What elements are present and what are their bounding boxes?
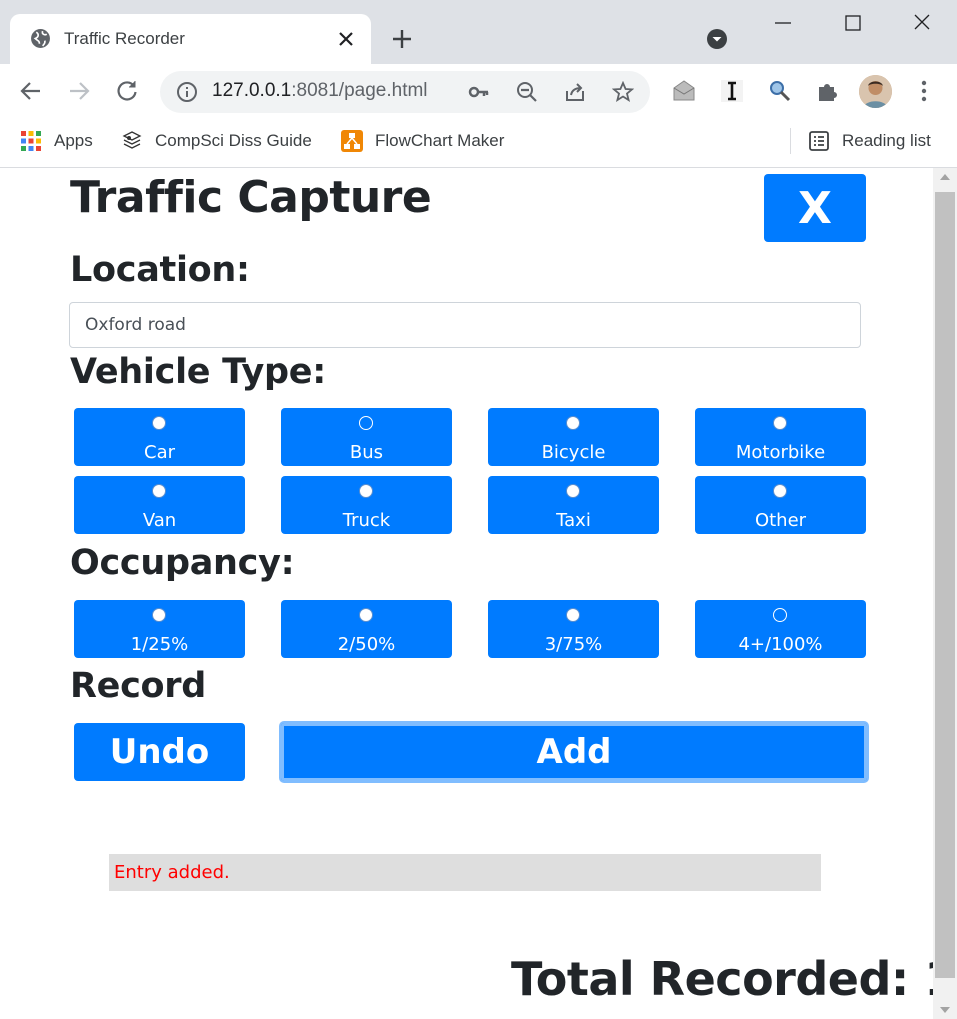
bicycle-radio[interactable]: [566, 416, 580, 430]
zoom-out-icon[interactable]: [516, 81, 538, 103]
occupancy-option-2[interactable]: 2/50%: [281, 600, 452, 658]
reading-list-label: Reading list: [842, 131, 931, 150]
browser-toolbar: 127.0.0.1:8081/page.html: [0, 64, 957, 120]
back-icon[interactable]: [18, 78, 44, 104]
option-label: 3/75%: [544, 634, 603, 655]
vehicle-option-car[interactable]: Car: [74, 408, 245, 466]
option-label: 1/25%: [130, 634, 189, 655]
scroll-thumb[interactable]: [935, 192, 955, 978]
record-label: Record: [70, 666, 206, 706]
drawio-icon: [341, 130, 363, 152]
option-label: Car: [144, 442, 175, 463]
occupancy-1-radio[interactable]: [152, 608, 166, 622]
occupancy-2-radio[interactable]: [359, 608, 373, 622]
avatar-icon: [859, 75, 892, 108]
bookmark-compsci-diss-guide[interactable]: CompSci Diss Guide: [121, 128, 312, 154]
tab-search-icon[interactable]: [706, 28, 728, 50]
location-label: Location:: [70, 250, 250, 290]
bookmark-label: CompSci Diss Guide: [155, 131, 312, 150]
close-window-icon[interactable]: [907, 10, 937, 36]
search-extension-icon[interactable]: [767, 78, 793, 104]
new-tab-icon[interactable]: [390, 27, 414, 51]
tab-title: Traffic Recorder: [64, 29, 185, 48]
option-label: Truck: [342, 510, 391, 531]
vehicle-option-truck[interactable]: Truck: [281, 476, 452, 534]
extensions-puzzle-icon[interactable]: [815, 78, 841, 104]
bus-radio[interactable]: [359, 416, 373, 430]
total-recorded: Total Recorded: 1: [511, 952, 956, 1006]
bookmark-label: FlowChart Maker: [375, 131, 505, 150]
share-icon[interactable]: [564, 81, 586, 103]
maximize-icon[interactable]: [838, 10, 868, 36]
taxi-radio[interactable]: [566, 484, 580, 498]
option-label: 2/50%: [337, 634, 396, 655]
truck-radio[interactable]: [359, 484, 373, 498]
apps-grid-icon: [21, 131, 41, 151]
van-radio[interactable]: [152, 484, 166, 498]
close-button[interactable]: X: [764, 174, 866, 242]
reload-icon[interactable]: [114, 78, 140, 104]
motorbike-radio[interactable]: [773, 416, 787, 430]
gitbook-icon: [122, 131, 142, 149]
more-menu-icon[interactable]: [911, 78, 937, 104]
bookmark-flowchart-maker[interactable]: FlowChart Maker: [341, 128, 504, 154]
reading-list-button[interactable]: Reading list: [808, 128, 931, 154]
option-label: Taxi: [556, 510, 591, 531]
option-label: 4+/100%: [738, 634, 823, 655]
forward-icon[interactable]: [66, 78, 92, 104]
profile-avatar[interactable]: [859, 75, 892, 108]
vehicle-option-bus[interactable]: Bus: [281, 408, 452, 466]
site-info-icon[interactable]: [176, 81, 198, 103]
status-message: Entry added.: [109, 854, 821, 891]
text-cursor-extension-icon[interactable]: [719, 78, 745, 104]
add-button[interactable]: Add: [279, 721, 869, 783]
browser-tab[interactable]: Traffic Recorder: [10, 14, 371, 64]
option-label: Other: [754, 510, 807, 531]
occupancy-option-4plus[interactable]: 4+/100%: [695, 600, 866, 658]
scroll-up-arrow-icon[interactable]: [940, 174, 950, 180]
bookmark-label: Apps: [54, 131, 93, 150]
occupancy-option-3[interactable]: 3/75%: [488, 600, 659, 658]
mail-extension-icon[interactable]: [671, 78, 697, 104]
minimize-icon[interactable]: [768, 10, 798, 36]
page-title: Traffic Capture: [70, 172, 432, 223]
car-radio[interactable]: [152, 416, 166, 430]
occupancy-label: Occupancy:: [70, 543, 295, 583]
bookmark-apps[interactable]: Apps: [20, 128, 93, 154]
url-text: 127.0.0.1:8081/page.html: [212, 80, 428, 101]
vehicle-option-taxi[interactable]: Taxi: [488, 476, 659, 534]
occupancy-option-1[interactable]: 1/25%: [74, 600, 245, 658]
option-label: Van: [142, 510, 177, 531]
location-input[interactable]: [69, 302, 861, 348]
bookmark-separator: [790, 128, 791, 154]
occupancy-4plus-radio[interactable]: [773, 608, 787, 622]
undo-button[interactable]: Undo: [74, 723, 245, 781]
vehicle-option-motorbike[interactable]: Motorbike: [695, 408, 866, 466]
occupancy-3-radio[interactable]: [566, 608, 580, 622]
vehicle-option-bicycle[interactable]: Bicycle: [488, 408, 659, 466]
browser-tab-strip: Traffic Recorder: [0, 0, 957, 64]
vehicle-type-label: Vehicle Type:: [70, 352, 326, 392]
scroll-down-arrow-icon[interactable]: [940, 1007, 950, 1013]
address-bar[interactable]: 127.0.0.1:8081/page.html: [160, 71, 650, 113]
page-scrollbar[interactable]: [933, 168, 957, 1019]
vehicle-option-other[interactable]: Other: [695, 476, 866, 534]
page-viewport: Traffic Capture X Location: Vehicle Type…: [0, 168, 957, 1019]
globe-icon: [31, 29, 50, 48]
vehicle-option-van[interactable]: Van: [74, 476, 245, 534]
reading-list-icon: [809, 131, 829, 151]
other-radio[interactable]: [773, 484, 787, 498]
bookmarks-bar: Apps CompSci Diss Guide FlowChart Maker …: [0, 120, 957, 168]
bookmark-star-icon[interactable]: [612, 81, 634, 103]
option-label: Bicycle: [541, 442, 606, 463]
option-label: Motorbike: [735, 442, 826, 463]
key-icon[interactable]: [468, 81, 490, 103]
option-label: Bus: [349, 442, 384, 463]
close-tab-icon[interactable]: [336, 29, 356, 49]
